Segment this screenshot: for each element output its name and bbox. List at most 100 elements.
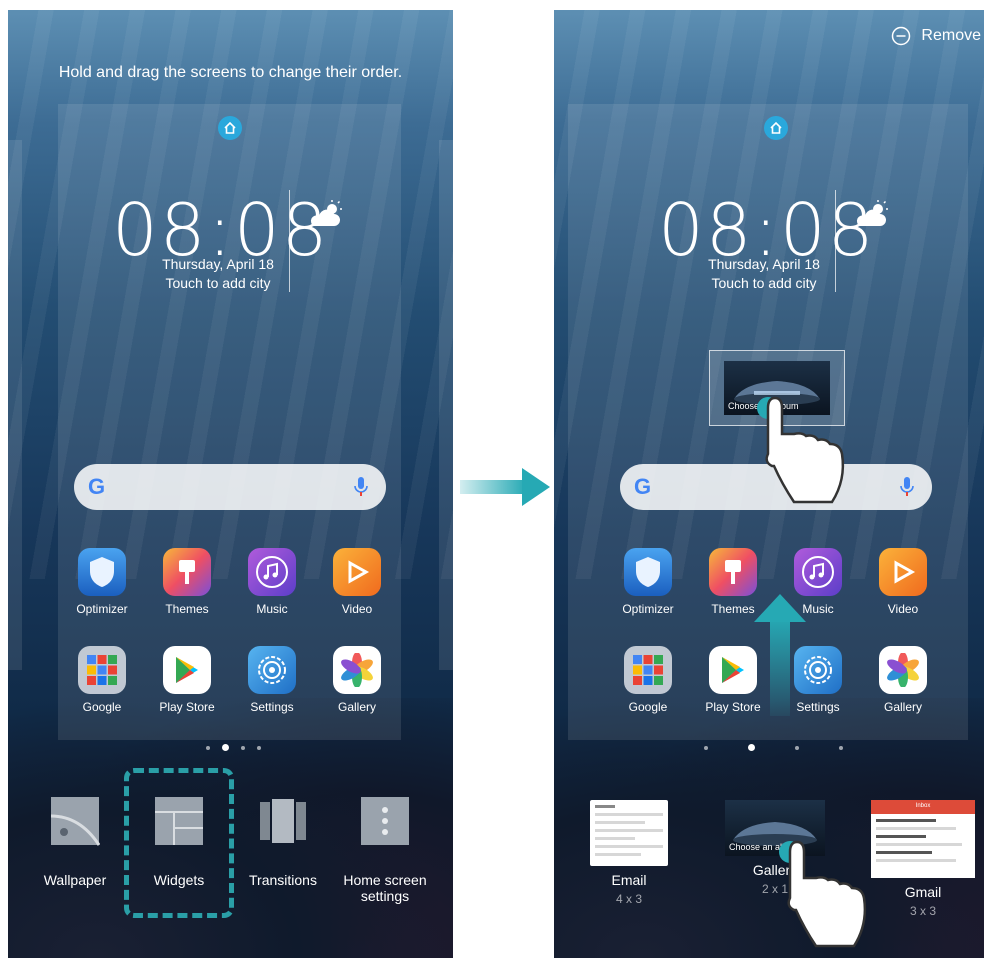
app-music[interactable]: Music	[232, 548, 312, 616]
app-label: Video	[887, 602, 919, 616]
play-store-icon	[163, 646, 211, 694]
home-screen-settings-option[interactable]: Home screen settings	[342, 796, 428, 904]
page-indicator	[704, 744, 843, 751]
app-themes[interactable]: Themes	[147, 548, 227, 616]
clock-divider	[835, 190, 836, 292]
mic-icon[interactable]	[354, 476, 368, 503]
car-thumbnail: Choose an album	[724, 361, 830, 415]
reorder-hint: Hold and drag the screens to change thei…	[58, 64, 403, 81]
google-search-bar[interactable]: G	[74, 464, 386, 510]
widget-email[interactable]: Email 4 x 3	[574, 800, 684, 906]
dragged-gallery-widget[interactable]: Choose an album	[709, 350, 845, 426]
page-dot-active[interactable]	[222, 744, 229, 751]
gmail-widget-preview: Inbox	[871, 800, 975, 878]
weather-cloud-sun-icon[interactable]	[306, 200, 346, 235]
google-g-icon: G	[88, 474, 106, 499]
page-dot[interactable]	[241, 745, 245, 750]
app-label: Optimizer	[622, 602, 674, 616]
app-label: Themes	[165, 602, 209, 616]
flower-icon	[333, 646, 381, 694]
app-label: Gallery	[337, 700, 376, 714]
mic-icon[interactable]	[900, 476, 914, 503]
wallpaper-icon	[50, 796, 101, 846]
app-label: Play Store	[159, 700, 215, 714]
app-optimizer[interactable]: Optimizer	[62, 548, 142, 616]
prev-screen-peek[interactable]	[8, 140, 22, 670]
email-widget-preview	[590, 800, 668, 866]
transitions-label: Transitions	[249, 872, 317, 888]
folder-icon	[624, 646, 672, 694]
music-note-icon	[794, 548, 842, 596]
widgets-selection-highlight	[124, 768, 234, 918]
choose-album-text: Choose an album	[729, 842, 800, 852]
play-icon	[333, 548, 381, 596]
page-dot[interactable]	[839, 745, 843, 750]
next-screen-peek[interactable]	[439, 140, 453, 670]
music-note-icon	[248, 548, 296, 596]
weather-cloud-sun-icon[interactable]	[852, 200, 892, 235]
right-phone-screen: Remove 08:08 Thursday, April 18 Touch to…	[554, 10, 984, 958]
home-icon[interactable]	[764, 116, 788, 140]
app-google-folder[interactable]: Google	[62, 646, 142, 714]
widget-size: 4 x 3	[615, 892, 642, 906]
app-video[interactable]: Video	[317, 548, 397, 616]
flower-icon	[879, 646, 927, 694]
home-settings-icon	[360, 796, 410, 846]
choose-album-text: Choose an album	[728, 401, 799, 411]
home-settings-label: Home screen settings	[343, 872, 427, 904]
gear-icon	[248, 646, 296, 694]
folder-icon	[78, 646, 126, 694]
add-city-label[interactable]: Touch to add city	[148, 275, 288, 291]
minus-circle-icon	[892, 26, 911, 46]
clock-date: Thursday, April 18	[708, 256, 820, 272]
play-store-icon	[709, 646, 757, 694]
play-icon	[879, 548, 927, 596]
widget-name: Gmail	[904, 884, 942, 900]
page-dot[interactable]	[704, 745, 708, 750]
widget-name: Email	[611, 872, 647, 888]
shield-icon	[624, 548, 672, 596]
app-video[interactable]: Video	[863, 548, 943, 616]
widget-size: 3 x 3	[909, 904, 936, 918]
clock-date: Thursday, April 18	[162, 256, 274, 272]
widget-name: Gallery	[752, 862, 798, 878]
widget-gallery[interactable]: Choose an album Gallery 2 x 1	[720, 800, 830, 896]
wallpaper-option[interactable]: Wallpaper	[30, 796, 120, 888]
clock-divider	[289, 190, 290, 292]
add-city-label[interactable]: Touch to add city	[694, 275, 834, 291]
transition-arrow-icon	[460, 466, 552, 513]
gmail-inbox-header: Inbox	[871, 800, 975, 814]
app-settings[interactable]: Settings	[232, 646, 312, 714]
app-play-store[interactable]: Play Store	[147, 646, 227, 714]
app-optimizer[interactable]: Optimizer	[608, 548, 688, 616]
home-icon[interactable]	[218, 116, 242, 140]
brush-icon	[709, 548, 757, 596]
left-phone-screen: Hold and drag the screens to change thei…	[8, 10, 453, 958]
widget-gmail[interactable]: Inbox Gmail 3 x 3	[868, 800, 978, 918]
shield-icon	[78, 548, 126, 596]
page-dot[interactable]	[206, 745, 210, 750]
app-label: Gallery	[883, 700, 922, 714]
app-label: Optimizer	[76, 602, 128, 616]
page-dot-active[interactable]	[748, 744, 755, 751]
page-dot[interactable]	[795, 745, 799, 750]
app-label: Music	[256, 602, 288, 616]
app-gallery[interactable]: Gallery	[317, 646, 397, 714]
transitions-option[interactable]: Transitions	[238, 796, 328, 888]
app-gallery[interactable]: Gallery	[863, 646, 943, 714]
drag-up-arrow-icon	[752, 592, 808, 721]
app-google-folder[interactable]: Google	[608, 646, 688, 714]
remove-label: Remove	[921, 27, 981, 44]
app-label: Google	[82, 700, 122, 714]
gallery-widget-preview: Choose an album	[725, 800, 825, 856]
app-label: Video	[341, 602, 373, 616]
page-dot[interactable]	[257, 745, 261, 750]
remove-button[interactable]: Remove	[891, 26, 981, 46]
widget-size: 2 x 1	[761, 882, 788, 896]
google-search-bar[interactable]: G	[620, 464, 932, 510]
wallpaper-label: Wallpaper	[43, 872, 107, 888]
transitions-icon	[258, 796, 308, 846]
page-indicator	[206, 744, 261, 751]
app-label: Google	[628, 700, 668, 714]
app-label: Settings	[250, 700, 294, 714]
